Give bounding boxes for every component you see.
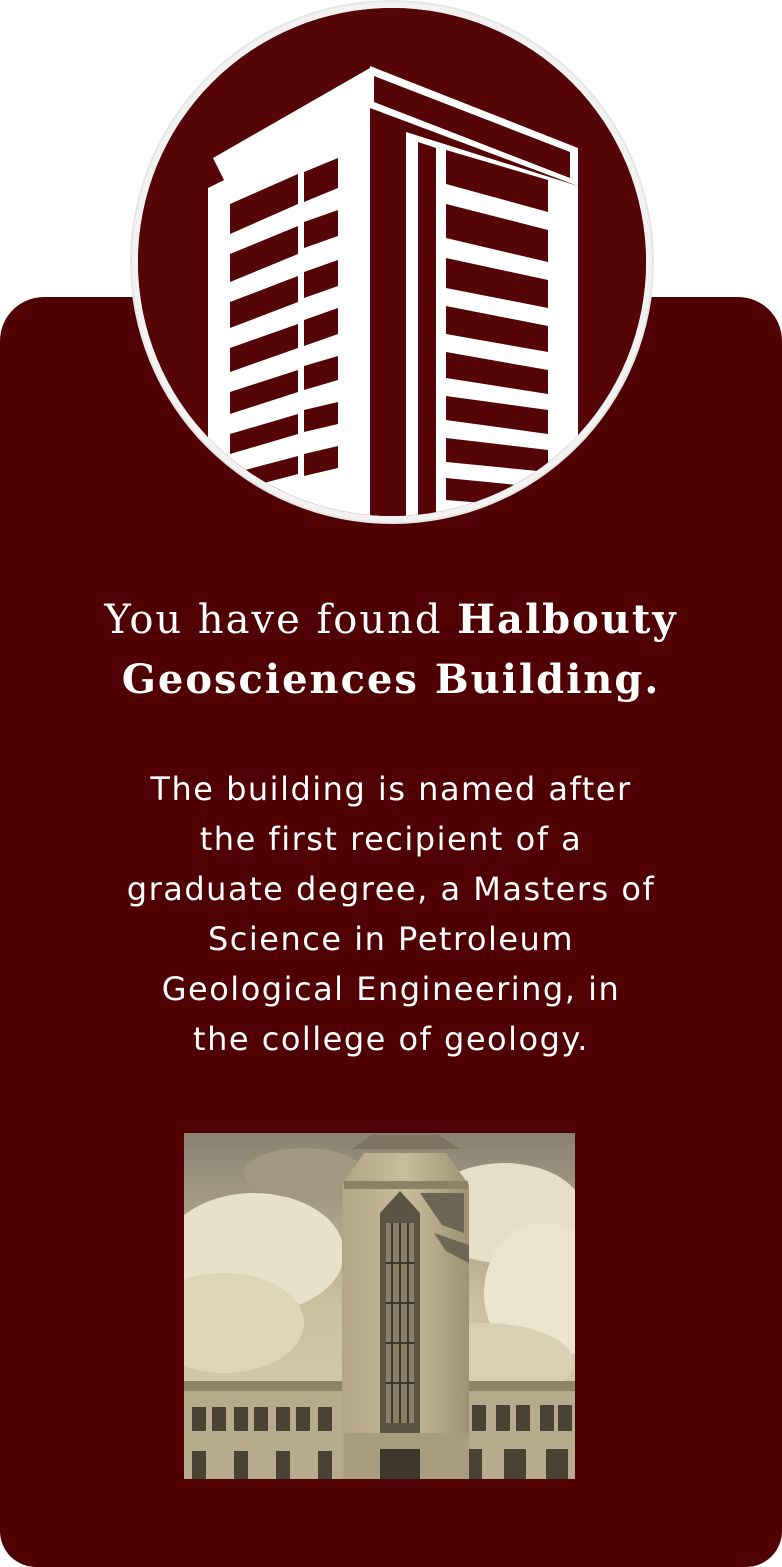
building-badge [138,8,646,516]
description: The building is named after the first re… [70,764,712,1064]
heading-lead: You have found [104,597,443,643]
heading-building-name-2: Geosciences Building. [121,656,661,703]
found-heading: You have found Halbouty Geosciences Buil… [40,590,742,710]
description-line: Geological Engineering, in [161,970,621,1008]
description-line: Science in Petroleum [207,920,574,958]
historic-building-photo [184,1133,575,1479]
description-line: the college of geology. [193,1020,589,1058]
description-line: The building is named after [150,770,632,808]
heading-building-name-1: Halbouty [457,596,678,643]
description-line: graduate degree, a Masters of [126,870,656,908]
description-line: the first recipient of a [199,820,583,858]
building-tower-icon [138,8,646,516]
